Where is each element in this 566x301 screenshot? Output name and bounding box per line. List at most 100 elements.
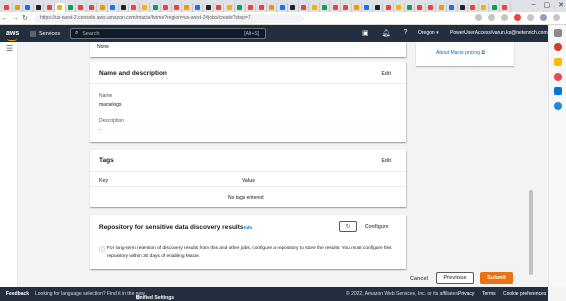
- browser-tab[interactable]: [500, 2, 511, 12]
- browser-tab[interactable]: [330, 2, 341, 12]
- browser-tab[interactable]: [108, 2, 119, 12]
- browser-tab[interactable]: [87, 2, 98, 12]
- cloudshell-icon[interactable]: ▣: [362, 29, 369, 37]
- browser-tab[interactable]: [405, 2, 416, 12]
- browser-tab[interactable]: [76, 2, 87, 12]
- shopping-icon[interactable]: [554, 43, 562, 51]
- search-icon[interactable]: [554, 29, 562, 37]
- browser-tab[interactable]: [447, 2, 458, 12]
- external-link-icon: ⧉: [136, 295, 140, 301]
- browser-tab[interactable]: [458, 2, 469, 12]
- scope-card: None: [90, 42, 406, 57]
- browser-tab[interactable]: [277, 2, 289, 12]
- submit-button[interactable]: Submit: [480, 272, 513, 284]
- configure-button[interactable]: Configure: [365, 224, 389, 230]
- browser-tab[interactable]: [150, 2, 161, 12]
- browser-tab[interactable]: [383, 2, 394, 12]
- services-menu[interactable]: Services: [30, 30, 60, 37]
- browser-tab[interactable]: [34, 2, 45, 12]
- browser-tab[interactable]: [352, 2, 363, 12]
- extensions-icon[interactable]: [501, 14, 508, 21]
- tab-favicon-icon: [131, 4, 137, 10]
- browser-tab[interactable]: [299, 2, 310, 12]
- tab-favicon-icon: [375, 4, 381, 10]
- favorite-icon[interactable]: [488, 14, 495, 21]
- browser-tab[interactable]: [140, 2, 151, 12]
- aws-logo[interactable]: aws: [6, 30, 20, 41]
- browser-tab[interactable]: [23, 2, 34, 12]
- browser-tab[interactable]: [362, 2, 373, 12]
- office-icon[interactable]: [554, 73, 562, 81]
- read-aloud-icon[interactable]: [475, 14, 482, 21]
- notifications-bell-icon[interactable]: 🔔︎: [382, 29, 391, 37]
- browser-tab[interactable]: [182, 2, 193, 12]
- browser-tab[interactable]: [193, 2, 204, 12]
- cookie-preferences-link[interactable]: Cookie preferences: [503, 291, 546, 297]
- back-icon[interactable]: ←: [0, 15, 10, 22]
- help-icon[interactable]: ?: [404, 29, 408, 37]
- left-nav-rail: [0, 42, 18, 287]
- terms-link[interactable]: Terms: [482, 291, 496, 297]
- browser-tab[interactable]: [129, 2, 140, 12]
- forward-icon[interactable]: →: [10, 15, 20, 22]
- browser-tab[interactable]: [66, 2, 77, 12]
- search-input[interactable]: ⌕ Search [Alt+S]: [70, 28, 267, 39]
- browser-tab[interactable]: [426, 2, 437, 12]
- browser-tab[interactable]: [288, 2, 299, 12]
- browser-tab[interactable]: [214, 2, 225, 12]
- browser-tab[interactable]: [246, 2, 257, 12]
- refresh-button[interactable]: ↻: [339, 221, 357, 232]
- feedback-link[interactable]: Feedback: [6, 291, 29, 297]
- outlook-icon[interactable]: [554, 87, 562, 95]
- cancel-button[interactable]: Cancel: [410, 276, 428, 282]
- browser-tab[interactable]: [373, 2, 384, 12]
- tab-favicon-icon: [247, 4, 253, 10]
- browser-tab[interactable]: [479, 2, 490, 12]
- hamburger-menu-icon[interactable]: ☰: [6, 44, 13, 53]
- browser-tab[interactable]: [341, 2, 352, 12]
- close-icon[interactable]: ✕: [558, 1, 564, 9]
- extension-icon[interactable]: [514, 14, 521, 21]
- info-link[interactable]: Info: [244, 225, 252, 230]
- browser-tab[interactable]: [320, 2, 331, 12]
- services-grid-icon: [30, 30, 36, 37]
- tools-icon[interactable]: [554, 58, 562, 66]
- browser-tab[interactable]: [415, 2, 426, 12]
- minimize-icon[interactable]: –: [532, 1, 536, 9]
- url-field[interactable]: https://us-west-2.console.aws.amazon.com…: [34, 13, 304, 23]
- browser-tab[interactable]: [13, 2, 24, 12]
- profile-avatar-icon[interactable]: [540, 14, 547, 21]
- browser-tab[interactable]: [309, 2, 320, 12]
- collections-icon[interactable]: [527, 14, 534, 21]
- browser-tab[interactable]: [203, 2, 214, 12]
- add-icon[interactable]: [554, 102, 562, 110]
- more-menu-icon[interactable]: [553, 14, 560, 21]
- description-label: Description: [99, 118, 125, 124]
- console-footer: Feedback Looking for language selection?…: [0, 287, 548, 301]
- browser-tab[interactable]: [119, 2, 130, 12]
- browser-tab[interactable]: [468, 2, 479, 12]
- privacy-link[interactable]: Privacy: [458, 291, 474, 297]
- browser-tab[interactable]: [161, 2, 172, 12]
- previous-button[interactable]: Previous: [436, 272, 474, 284]
- scrollbar-thumb[interactable]: [529, 190, 533, 275]
- browser-tab[interactable]: [235, 2, 246, 12]
- browser-tab[interactable]: [97, 2, 108, 12]
- edit-name-description-button[interactable]: Edit: [382, 71, 391, 77]
- edit-tags-button[interactable]: Edit: [382, 158, 391, 164]
- browser-tab[interactable]: [54, 2, 66, 12]
- browser-tab[interactable]: [489, 2, 500, 12]
- browser-tab[interactable]: [172, 2, 183, 12]
- browser-tab[interactable]: [224, 2, 236, 12]
- region-selector[interactable]: Oregon ▾: [418, 30, 439, 36]
- browser-tab[interactable]: [256, 2, 267, 12]
- maximize-icon[interactable]: ▢: [544, 1, 551, 9]
- browser-tab[interactable]: [394, 2, 405, 12]
- browser-tab[interactable]: [436, 2, 447, 12]
- browser-tab[interactable]: [44, 2, 55, 12]
- browser-tab[interactable]: [2, 2, 13, 12]
- refresh-icon[interactable]: ↻: [20, 14, 30, 22]
- macie-pricing-link[interactable]: About Macie pricing ⧉: [436, 50, 485, 56]
- account-menu[interactable]: PowerUserAccess/varun.ks@netenrich.com ▾: [450, 30, 552, 36]
- browser-tab[interactable]: [267, 2, 278, 12]
